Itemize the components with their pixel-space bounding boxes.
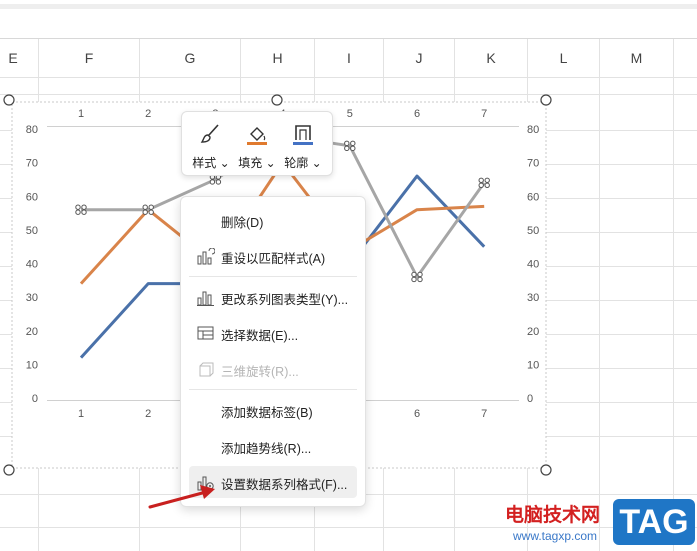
bottom-x-tick-label: 7 [481,408,487,420]
left-y-tick-label: 70 [26,158,38,170]
resize-handle-bottom-left[interactable] [3,464,15,476]
top-x-tick-label: 2 [145,108,151,120]
menu-item-reset-style[interactable]: 重设以匹配样式(A) [189,240,357,272]
point-handle-dot [75,209,81,215]
resize-handle-top-right[interactable] [540,94,552,106]
point-handle-dot [215,179,222,185]
menu-item-label: 设置数据系列格式(F)... [221,478,348,492]
menu-item-3d-rotation[interactable]: 三维旋转(R)... [189,353,357,385]
point-handle-dot [478,182,484,189]
tag-logo: TAG [613,499,695,545]
brush-icon [200,124,219,143]
point-handle-dot [148,209,154,215]
outline-icon [293,125,313,145]
point-handle-dot [417,276,423,283]
outline-button[interactable]: 轮廓 ⌄ [280,118,326,170]
style-button[interactable]: 样式 ⌄ [188,118,234,170]
point-handle-dot [344,140,350,147]
chart-type-icon [197,291,214,306]
left-y-tick-label: 20 [26,326,38,338]
menu-item-select-data[interactable]: 选择数据(E)... [189,317,357,349]
point-handle-dot [142,204,148,210]
left-y-tick-label: 30 [26,292,38,304]
point-handle-dot [75,204,81,210]
right-y-tick-label: 0 [527,393,533,405]
point-handle-dot [484,177,490,184]
fill-label: 填充 [238,156,263,170]
menu-item-label: 添加趋势线(R)... [221,442,312,456]
bottom-x-tick-label: 6 [414,408,420,420]
bottom-x-tick-label: 2 [145,408,151,420]
left-y-tick-label: 60 [26,191,38,203]
right-y-tick-label: 20 [527,326,539,338]
menu-item-label: 选择数据(E)... [221,329,299,343]
top-x-tick-label: 7 [481,108,487,120]
top-x-tick-label: 1 [78,108,84,120]
3d-rotate-icon [199,362,214,377]
right-y-tick-label: 60 [527,191,539,203]
right-y-tick-label: 80 [527,124,539,136]
left-y-tick-label: 40 [26,259,38,271]
right-y-tick-label: 70 [527,158,539,170]
menu-item-label: 重设以匹配样式(A) [221,252,326,266]
watermark-site-name: 电脑技术网 [505,505,601,526]
watermark-url: www.tagxp.com [513,529,598,543]
point-handle-dot [411,276,417,283]
menu-item-delete[interactable]: 删除(D) [189,204,357,236]
right-y-tick-label: 10 [527,359,539,371]
menu-separator [189,276,357,277]
fill-button[interactable]: 填充 ⌄ [234,118,280,170]
resize-handle-top-left[interactable] [3,94,15,106]
bottom-x-tick-label: 1 [78,408,84,420]
point-handle-dot [484,182,490,189]
resize-handle-top-center[interactable] [271,94,283,106]
context-menu: 删除(D) 重设以匹配样式(A) 更改系列图表类型(Y)... 选择数据(E).… [180,196,366,507]
outline-label: 轮廓 [284,156,309,170]
chart-reset-icon [197,248,215,265]
right-y-tick-label: 50 [527,225,539,237]
point-handle-dot [417,271,423,278]
red-arrow-icon [148,485,215,509]
site-watermark: 电脑技术网 www.tagxp.com TAG [505,498,697,551]
menu-item-label: 更改系列图表类型(Y)... [221,293,349,307]
point-handle-dot [350,140,356,147]
right-y-tick-label: 40 [527,259,539,271]
left-y-tick-label: 0 [32,393,38,405]
left-y-tick-label: 80 [26,124,38,136]
select-data-icon [197,326,214,340]
top-x-tick-label: 6 [414,108,420,120]
paint-bucket-icon [247,127,267,145]
top-x-tick-label: 5 [347,108,353,120]
left-y-tick-label: 10 [26,359,38,371]
point-handle-dot [142,209,148,215]
menu-item-label: 删除(D) [221,216,264,230]
menu-item-add-data-labels[interactable]: 添加数据标签(B) [189,394,357,426]
menu-item-label: 添加数据标签(B) [221,406,313,420]
chart-floating-toolbar: 样式 ⌄ 填充 ⌄ 轮廓 ⌄ [181,111,333,176]
menu-separator [189,389,357,390]
point-handle-dot [411,271,417,278]
menu-item-change-chart-type[interactable]: 更改系列图表类型(Y)... [189,281,357,313]
resize-handle-bottom-right[interactable] [540,464,552,476]
style-label: 样式 [192,156,217,170]
point-handle-dot [478,177,484,184]
point-handle-dot [209,179,216,185]
point-handle-dot [350,145,356,152]
point-handle-dot [148,204,154,210]
point-handle-dot [344,145,350,152]
point-handle-dot [81,209,87,215]
left-y-tick-label: 50 [26,225,38,237]
menu-item-label: 三维旋转(R)... [221,365,299,379]
right-y-tick-label: 30 [527,292,539,304]
menu-item-add-trendline[interactable]: 添加趋势线(R)... [189,430,357,462]
point-handle-dot [81,204,87,210]
